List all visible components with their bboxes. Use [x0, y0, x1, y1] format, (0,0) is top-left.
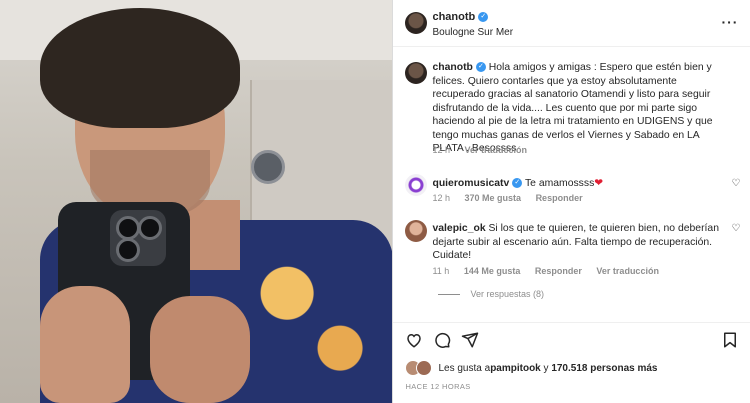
caption-body: Hola amigos y amigas : Espero que estén … [432, 62, 713, 154]
bookmark-icon[interactable] [721, 331, 739, 349]
author-username[interactable]: chanotb [432, 11, 475, 23]
caption-avatar[interactable] [405, 62, 428, 84]
verified-icon: ✓ [478, 12, 489, 23]
post-actions [393, 322, 750, 359]
comment-text: quieromusicatv ✓ Te amamossss❤ [432, 177, 727, 191]
comment-text: valepic_ok Si los que te quieren, te qui… [432, 222, 727, 263]
comment-time[interactable]: 11 h [432, 266, 449, 276]
instagram-post: chanotb ✓ Boulogne Sur Mer ··· chanotb ✓ H… [0, 0, 750, 403]
heart-icon[interactable]: ♡ [732, 223, 741, 234]
photo-camera [110, 210, 166, 266]
likes-prefix: Les gusta a [438, 362, 491, 374]
post-header: chanotb ✓ Boulogne Sur Mer ··· [393, 0, 750, 47]
more-icon[interactable]: ··· [721, 14, 738, 30]
caption-text: chanotb ✓ Hola amigos y amigas : Espero q… [432, 61, 727, 156]
author-avatar[interactable] [405, 12, 428, 34]
reply-button[interactable]: Responder [535, 266, 582, 276]
photo-speaker [251, 150, 285, 184]
heart-icon[interactable] [405, 331, 423, 349]
camera-lens [116, 216, 140, 240]
comment-body: Te amamossss [524, 178, 595, 189]
verified-icon: ✓ [475, 62, 486, 73]
post-photo[interactable] [0, 0, 393, 403]
replies-divider [438, 293, 461, 295]
comment-time[interactable]: 12 h [432, 193, 450, 203]
comment-translate-link[interactable]: Ver traducción [596, 266, 659, 276]
photo-hand [40, 286, 130, 403]
comment-username[interactable]: valepic_ok [432, 223, 485, 234]
view-replies-label: Ver respuestas (8) [470, 289, 545, 299]
view-replies-button[interactable]: Ver respuestas (8) [438, 289, 544, 299]
likes-count[interactable]: 170.518 personas más [551, 363, 657, 374]
comment-likes[interactable]: 144 Me gusta [464, 266, 521, 276]
photo-hand [150, 296, 250, 403]
camera-lens [116, 238, 140, 262]
caption-time[interactable]: 12 h [432, 145, 450, 155]
likes-user[interactable]: pampitook [490, 363, 541, 374]
share-icon[interactable] [461, 331, 479, 349]
photo-hair [40, 8, 240, 128]
comment-meta: 11 h 144 Me gusta Responder Ver traducci… [432, 266, 670, 276]
post-date[interactable]: HACE 12 HORAS [405, 382, 470, 391]
red-heart-emoji: ❤ [594, 178, 603, 189]
likes-summary: Les gusta a pampitook y 170.518 personas… [405, 360, 658, 376]
likes-middle: y [540, 362, 552, 374]
caption-translate-link[interactable]: Ver traducción [465, 145, 528, 155]
caption-username[interactable]: chanotb [432, 62, 472, 73]
author-line: chanotb ✓ [432, 11, 489, 23]
reply-button[interactable]: Responder [536, 193, 583, 203]
comment-avatar[interactable] [405, 174, 428, 196]
post-panel: chanotb ✓ Boulogne Sur Mer ··· chanotb ✓ H… [392, 0, 750, 403]
comment-avatar[interactable] [405, 220, 428, 242]
verified-icon: ✓ [512, 178, 523, 189]
comment-likes[interactable]: 370 Me gusta [465, 193, 522, 203]
comment-username[interactable]: quieromusicatv [432, 178, 509, 189]
caption-meta: 12 h Ver traducción [432, 145, 539, 155]
camera-lens [138, 216, 162, 240]
comment-meta: 12 h 370 Me gusta Responder [432, 193, 594, 203]
liker-avatar [416, 360, 433, 376]
comment-icon[interactable] [433, 331, 451, 349]
post-location[interactable]: Boulogne Sur Mer [432, 27, 513, 38]
heart-icon[interactable]: ♡ [732, 178, 741, 189]
